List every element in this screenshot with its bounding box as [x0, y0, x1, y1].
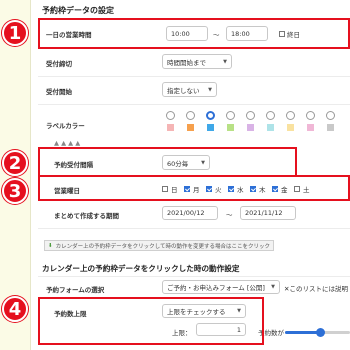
label-color-radio[interactable] — [166, 111, 175, 120]
divider — [38, 228, 350, 229]
label-color-swatch — [287, 124, 294, 131]
label-color-swatch — [307, 124, 314, 131]
label-color-radio[interactable] — [246, 111, 255, 120]
divider — [38, 104, 350, 105]
label-color-radio[interactable] — [266, 111, 275, 120]
slider-thumb[interactable] — [316, 328, 326, 337]
period-from-input[interactable]: 2021/00/12 — [162, 206, 218, 220]
label-color-swatch — [247, 124, 254, 131]
period-label: まとめて作成する期間 — [54, 212, 119, 220]
label-color-radio[interactable] — [326, 111, 335, 120]
label-color-swatch — [327, 124, 334, 131]
deadline-select[interactable]: 時間開始まで ▼ — [162, 54, 232, 69]
divider — [38, 76, 350, 77]
label-color-swatch — [227, 124, 234, 131]
label-color-swatch — [187, 124, 194, 131]
behavior-settings-banner-button[interactable]: ⬇ カレンダー上の予約枠データをクリックして時の動作を変更する場合はここをクリッ… — [44, 240, 274, 251]
label-color-radio[interactable] — [306, 111, 315, 120]
step-badge-1: 1 — [2, 20, 28, 46]
chevron-down-icon: ▼ — [223, 58, 227, 65]
step-badge-3: 3 — [2, 178, 28, 204]
deadline-select-value: 時間開始まで — [167, 58, 206, 67]
chevron-down-icon: ▼ — [208, 86, 212, 93]
label-color-swatch — [167, 124, 174, 131]
form-select-value: ご予約・お申込みフォーム [公開] — [167, 284, 265, 292]
period-to-input[interactable]: 2021/11/12 — [240, 206, 296, 220]
label-color-swatch — [207, 124, 214, 131]
label-color-radio[interactable] — [226, 111, 235, 120]
reservation-count-slider[interactable] — [285, 328, 350, 337]
highlight-box-2 — [38, 147, 297, 177]
highlight-box-3 — [38, 175, 350, 201]
highlight-box-4 — [38, 297, 264, 345]
start-label: 受付開始 — [46, 88, 72, 96]
step-badge-2: 2 — [2, 150, 28, 176]
section-title-reservation-slot: 予約枠データの設定 — [42, 6, 114, 15]
section-title-click-behavior: カレンダー上の予約枠データをクリックした時の動作設定 — [42, 264, 240, 273]
divider — [38, 276, 350, 277]
deadline-label: 受付締切 — [46, 60, 72, 68]
label-color-radio[interactable] — [206, 111, 215, 120]
sub-heading: ▲ ▲ ▲ ▲ — [54, 139, 81, 147]
label-color-swatch — [267, 124, 274, 131]
form-select-label: 予約フォームの選択 — [46, 286, 105, 294]
step-badge-4: 4 — [2, 296, 28, 322]
label-color-label: ラベルカラー — [46, 122, 85, 130]
chevron-down-icon: ▼ — [271, 284, 275, 290]
form-select[interactable]: ご予約・お申込みフォーム [公開] ▼ — [162, 280, 280, 294]
form-note: ✕このリストには説明 — [284, 285, 348, 293]
arrow-down-icon: ⬇ — [48, 242, 53, 249]
label-color-radio[interactable] — [186, 111, 195, 120]
start-select-value: 指定しない — [167, 86, 200, 95]
highlight-box-1 — [38, 18, 350, 49]
period-separator: 〜 — [226, 211, 233, 219]
label-color-radio[interactable] — [286, 111, 295, 120]
banner-text: カレンダー上の予約枠データをクリックして時の動作を変更する場合はここをクリック — [55, 243, 270, 250]
start-select[interactable]: 指定しない ▼ — [162, 82, 217, 97]
